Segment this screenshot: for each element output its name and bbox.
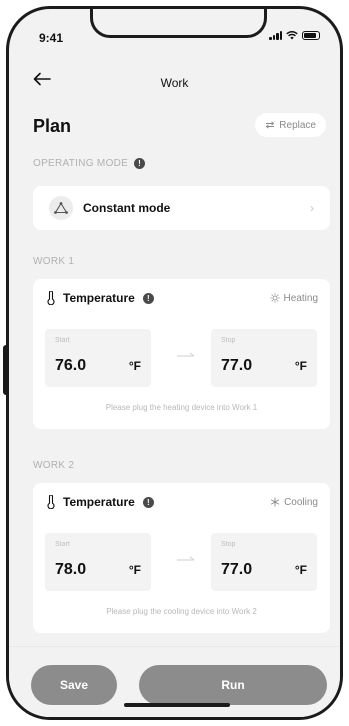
page-title: Plan <box>33 116 72 136</box>
mode-icon <box>49 196 73 220</box>
work-2-mode-label: Cooling <box>284 496 318 508</box>
arrow-right-icon <box>177 556 195 561</box>
unit-label: °F <box>128 563 141 577</box>
replace-label: Replace <box>279 119 316 131</box>
triangle-nodes-icon <box>54 202 68 214</box>
run-button[interactable]: Run <box>139 665 327 705</box>
start-value: 78.0 <box>55 561 87 578</box>
start-label: Start <box>55 337 70 344</box>
work-1-hint: Please plug the heating device into Work… <box>105 403 258 412</box>
status-time: 9:41 <box>39 31 64 45</box>
work-1-section-label: WORK 1 <box>33 256 75 267</box>
work-2-stop-field[interactable]: Stop 77.0 °F <box>211 533 317 591</box>
stop-value: 77.0 <box>221 357 253 374</box>
info-icon[interactable]: ! <box>142 496 154 508</box>
unit-label: °F <box>128 359 141 373</box>
replace-button[interactable]: Replace <box>255 113 326 137</box>
work-1-title: Temperature <box>63 291 135 305</box>
start-label: Start <box>55 541 70 548</box>
wifi-icon <box>286 31 298 40</box>
thermometer-icon <box>47 495 55 509</box>
thermometer-icon <box>47 291 55 305</box>
chevron-right-icon: › <box>310 201 314 215</box>
info-icon[interactable]: ! <box>134 158 146 169</box>
battery-icon <box>302 30 320 40</box>
home-indicator <box>124 703 230 707</box>
work-1-stop-field[interactable]: Stop 77.0 °F <box>211 329 317 387</box>
work-2-hint: Please plug the cooling device into Work… <box>106 607 257 616</box>
start-value: 76.0 <box>55 357 87 374</box>
phone-screen: 9:41 Work Plan Replace OPERATING MODE ! <box>6 6 343 720</box>
save-button[interactable]: Save <box>31 665 117 705</box>
work-1-mode[interactable]: Heating <box>269 292 318 304</box>
work-2-start-field[interactable]: Start 78.0 °F <box>45 533 151 591</box>
mode-label: Constant mode <box>83 201 171 215</box>
unit-label: °F <box>294 563 307 577</box>
operating-mode-label: OPERATING MODE <box>33 158 129 169</box>
snowflake-icon <box>270 497 280 507</box>
work-2-card: Temperature ! Cooling Start 78.0 °F Stop… <box>33 483 330 633</box>
info-icon[interactable]: ! <box>142 292 154 304</box>
work-2-mode[interactable]: Cooling <box>270 497 318 508</box>
operating-mode-section: OPERATING MODE ! <box>33 158 146 169</box>
unit-label: °F <box>294 359 307 373</box>
sun-icon <box>269 293 280 303</box>
stop-label: Stop <box>221 337 236 344</box>
status-icons <box>269 30 320 40</box>
signal-icon <box>269 30 282 40</box>
nav-title: Work <box>160 76 189 90</box>
work-1-card: Temperature ! Heating Start 76.0 °F Stop… <box>33 279 330 429</box>
bottom-action-bar: Save Run <box>9 647 340 717</box>
arrow-right-icon <box>177 352 195 357</box>
phone-notch <box>90 9 267 38</box>
work-1-start-field[interactable]: Start 76.0 °F <box>45 329 151 387</box>
operating-mode-selector[interactable]: Constant mode › <box>33 186 330 230</box>
swap-icon <box>266 121 275 129</box>
work-1-mode-label: Heating <box>283 292 318 304</box>
stop-label: Stop <box>221 541 236 548</box>
work-2-section-label: WORK 2 <box>33 460 75 471</box>
stop-value: 77.0 <box>221 561 253 578</box>
work-2-title: Temperature <box>63 495 135 509</box>
